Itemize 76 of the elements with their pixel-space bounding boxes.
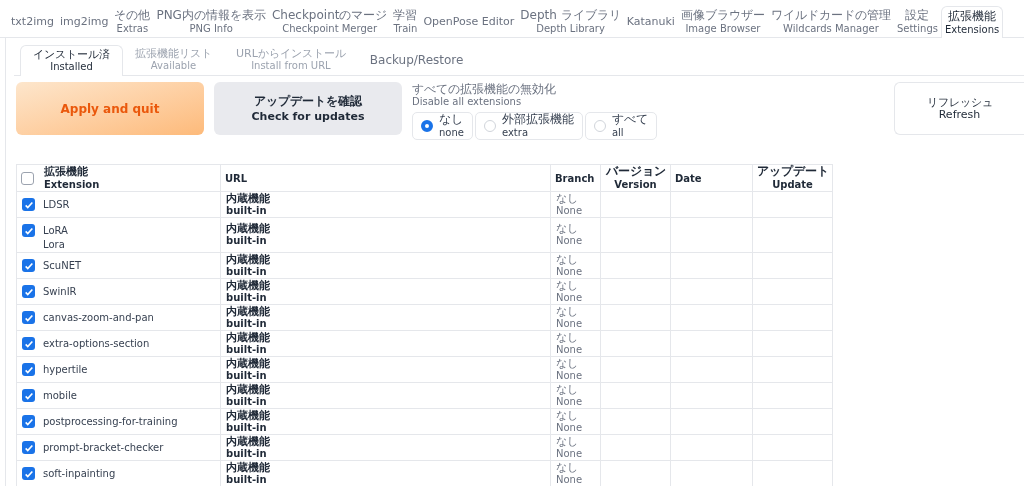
tab[interactable]: OpenPose Editor bbox=[420, 6, 518, 37]
extension-name: canvas-zoom-and-pan bbox=[43, 311, 154, 325]
check-updates-button[interactable]: アップデートを確認 Check for updates bbox=[214, 82, 402, 135]
branch-text: なし None bbox=[556, 383, 583, 408]
tab[interactable]: PNG内の情報を表示 PNG Info bbox=[153, 6, 269, 37]
branch-text: なし None bbox=[556, 331, 583, 356]
tab[interactable]: 拡張機能 Extensions bbox=[940, 6, 1004, 38]
tab[interactable]: txt2img bbox=[8, 6, 57, 37]
checkbox[interactable] bbox=[22, 415, 35, 428]
extension-name: prompt-bracket-checker bbox=[43, 441, 164, 455]
radio-option[interactable]: 外部拡張機能 extra bbox=[474, 112, 583, 140]
disable-all-label: すべての拡張機能の無効化 bbox=[412, 82, 557, 96]
url-text: 内蔵機能 built-in bbox=[226, 383, 270, 408]
column-header: アップデート Update bbox=[752, 164, 833, 192]
branch-text: なし None bbox=[556, 409, 583, 434]
extension-name: LDSR bbox=[43, 198, 70, 212]
extension-name: extra-options-section bbox=[43, 337, 150, 351]
extension-name: soft-inpainting bbox=[43, 467, 116, 481]
tab[interactable]: Depth ライブラリ Depth Library bbox=[517, 6, 624, 37]
url-text: 内蔵機能 built-in bbox=[226, 357, 270, 382]
checkbox[interactable] bbox=[22, 467, 35, 480]
branch-text: なし None bbox=[556, 279, 583, 304]
url-text: 内蔵機能 built-in bbox=[226, 331, 270, 356]
tab[interactable]: ワイルドカードの管理 Wildcards Manager bbox=[767, 6, 894, 37]
tab[interactable]: Checkpointのマージ Checkpoint Merger bbox=[268, 6, 391, 37]
tab[interactable]: 画像ブラウザー Image Browser bbox=[677, 6, 768, 37]
branch-text: なし None bbox=[556, 305, 583, 330]
tab[interactable]: URLからインストール Install from URL bbox=[224, 45, 358, 75]
tab[interactable]: 学習 Train bbox=[390, 6, 421, 37]
extension-name: mobile bbox=[43, 389, 77, 403]
column-header: バージョン Version bbox=[600, 164, 671, 192]
url-text: 内蔵機能 built-in bbox=[226, 279, 270, 304]
url-text: 内蔵機能 built-in bbox=[226, 192, 270, 217]
checkbox[interactable] bbox=[22, 311, 35, 324]
branch-text: なし None bbox=[556, 192, 583, 217]
checkbox[interactable] bbox=[22, 441, 35, 454]
url-text: 内蔵機能 built-in bbox=[226, 409, 270, 434]
tab[interactable]: その他 Extras bbox=[111, 6, 154, 37]
checkbox[interactable] bbox=[22, 389, 35, 402]
checkbox[interactable] bbox=[22, 198, 35, 211]
branch-text: なし None bbox=[556, 435, 583, 460]
column-header: 拡張機能 Extension bbox=[16, 164, 221, 192]
extension-alias: Lora bbox=[43, 238, 66, 252]
tab[interactable]: Backup/Restore bbox=[357, 45, 476, 75]
url-text: 内蔵機能 built-in bbox=[226, 223, 270, 247]
column-header: Branch bbox=[550, 164, 601, 192]
checkbox[interactable] bbox=[22, 224, 35, 237]
branch-text: なし None bbox=[556, 223, 583, 247]
column-header: URL bbox=[220, 164, 551, 192]
branch-text: なし None bbox=[556, 461, 583, 486]
tab[interactable]: インストール済 Installed bbox=[20, 45, 123, 76]
url-text: 内蔵機能 built-in bbox=[226, 461, 270, 486]
disable-all-sublabel: Disable all extensions bbox=[412, 96, 523, 107]
url-text: 内蔵機能 built-in bbox=[226, 253, 270, 278]
extension-name: LoRA bbox=[43, 224, 68, 238]
tab[interactable]: Katanuki bbox=[623, 6, 678, 37]
radio-option[interactable]: なし none bbox=[412, 112, 473, 140]
branch-text: なし None bbox=[556, 253, 583, 278]
branch-text: なし None bbox=[556, 357, 583, 382]
checkbox[interactable] bbox=[22, 285, 35, 298]
checkbox[interactable] bbox=[22, 259, 35, 272]
url-text: 内蔵機能 built-in bbox=[226, 305, 270, 330]
radio-option[interactable]: すべて all bbox=[584, 112, 657, 140]
refresh-button[interactable]: リフレッシュ Refresh bbox=[894, 82, 1024, 135]
checkbox[interactable] bbox=[21, 171, 34, 185]
extension-name: ScuNET bbox=[43, 259, 82, 273]
extension-name: postprocessing-for-training bbox=[43, 415, 178, 429]
tab[interactable]: 設定 Settings bbox=[893, 6, 941, 37]
checkbox[interactable] bbox=[22, 363, 35, 376]
tab[interactable]: 拡張機能リスト Available bbox=[123, 45, 224, 75]
tab[interactable]: img2img bbox=[56, 6, 112, 37]
url-text: 内蔵機能 built-in bbox=[226, 435, 270, 460]
checkbox[interactable] bbox=[22, 337, 35, 350]
extension-name: SwinIR bbox=[43, 285, 77, 299]
column-header: Date bbox=[670, 164, 753, 192]
extension-name: hypertile bbox=[43, 363, 88, 377]
